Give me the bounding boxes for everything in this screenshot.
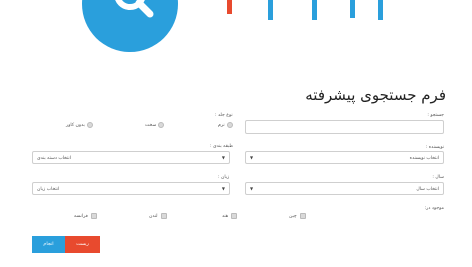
year-select[interactable]: انتخاب سال ▼ — [245, 182, 444, 195]
cover-type-hard-label: سخت — [145, 122, 157, 128]
author-select-value: انتخاب نویسنده — [409, 155, 439, 161]
radio-icon — [226, 122, 233, 128]
found-in-france-label: فرانسه — [74, 213, 88, 219]
cover-type-hard[interactable]: سخت — [145, 122, 165, 128]
caret-down-icon: ▼ — [250, 155, 254, 160]
cover-type-soft[interactable]: نرم — [218, 122, 233, 128]
found-in-china[interactable]: چین — [289, 213, 306, 219]
cover-type-label: نوع جلد : — [215, 113, 233, 118]
checkbox-icon — [90, 213, 97, 219]
found-in-india-label: هند — [222, 213, 229, 219]
checkbox-icon — [160, 213, 167, 219]
category-select[interactable]: انتخاب دسته بندی ▼ — [32, 151, 230, 164]
found-in-london-label: لندن — [149, 213, 158, 219]
keyword-input-wrapper — [245, 120, 444, 134]
category-label: طبقه بندی : — [210, 144, 233, 149]
reset-button[interactable]: ریست — [65, 236, 100, 253]
logo-bar — [227, 0, 232, 14]
category-select-value: انتخاب دسته بندی — [37, 155, 71, 161]
logo-bar — [350, 0, 355, 18]
author-select[interactable]: انتخاب نویسنده ▼ — [245, 151, 444, 164]
year-label: سال : — [432, 175, 444, 180]
keyword-input[interactable] — [246, 121, 443, 133]
year-select-value: انتخاب سال — [416, 186, 439, 192]
logo-bar — [268, 0, 273, 20]
caret-down-icon: ▼ — [250, 186, 254, 191]
cover-type-none-label: بدون کاور — [66, 122, 85, 128]
language-select[interactable]: انتخاب زبان ▼ — [32, 182, 230, 195]
found-in-france[interactable]: فرانسه — [74, 213, 97, 219]
search-icon — [82, 0, 178, 52]
found-in-label: موجود در: — [424, 206, 444, 211]
page-title: فرم جستجوی پیشرفته — [305, 86, 446, 104]
found-in-china-label: چین — [289, 213, 297, 219]
checkbox-icon — [231, 213, 238, 219]
radio-icon — [86, 122, 93, 128]
submit-button[interactable]: انجام — [32, 236, 65, 253]
radio-icon — [158, 122, 165, 128]
language-label: زبان : — [218, 175, 230, 180]
cover-type-soft-label: نرم — [218, 122, 225, 128]
caret-down-icon: ▼ — [221, 186, 225, 191]
caret-down-icon: ▼ — [221, 155, 225, 160]
cover-type-none[interactable]: بدون کاور — [66, 122, 93, 128]
author-label: نویسنده : — [425, 145, 444, 150]
found-in-london[interactable]: لندن — [149, 213, 167, 219]
logo-bar — [312, 0, 317, 20]
keyword-label: جستجو : — [427, 113, 444, 118]
found-in-india[interactable]: هند — [222, 213, 238, 219]
checkbox-icon — [299, 213, 306, 219]
language-select-value: انتخاب زبان — [37, 186, 60, 192]
logo-bar — [378, 0, 383, 20]
